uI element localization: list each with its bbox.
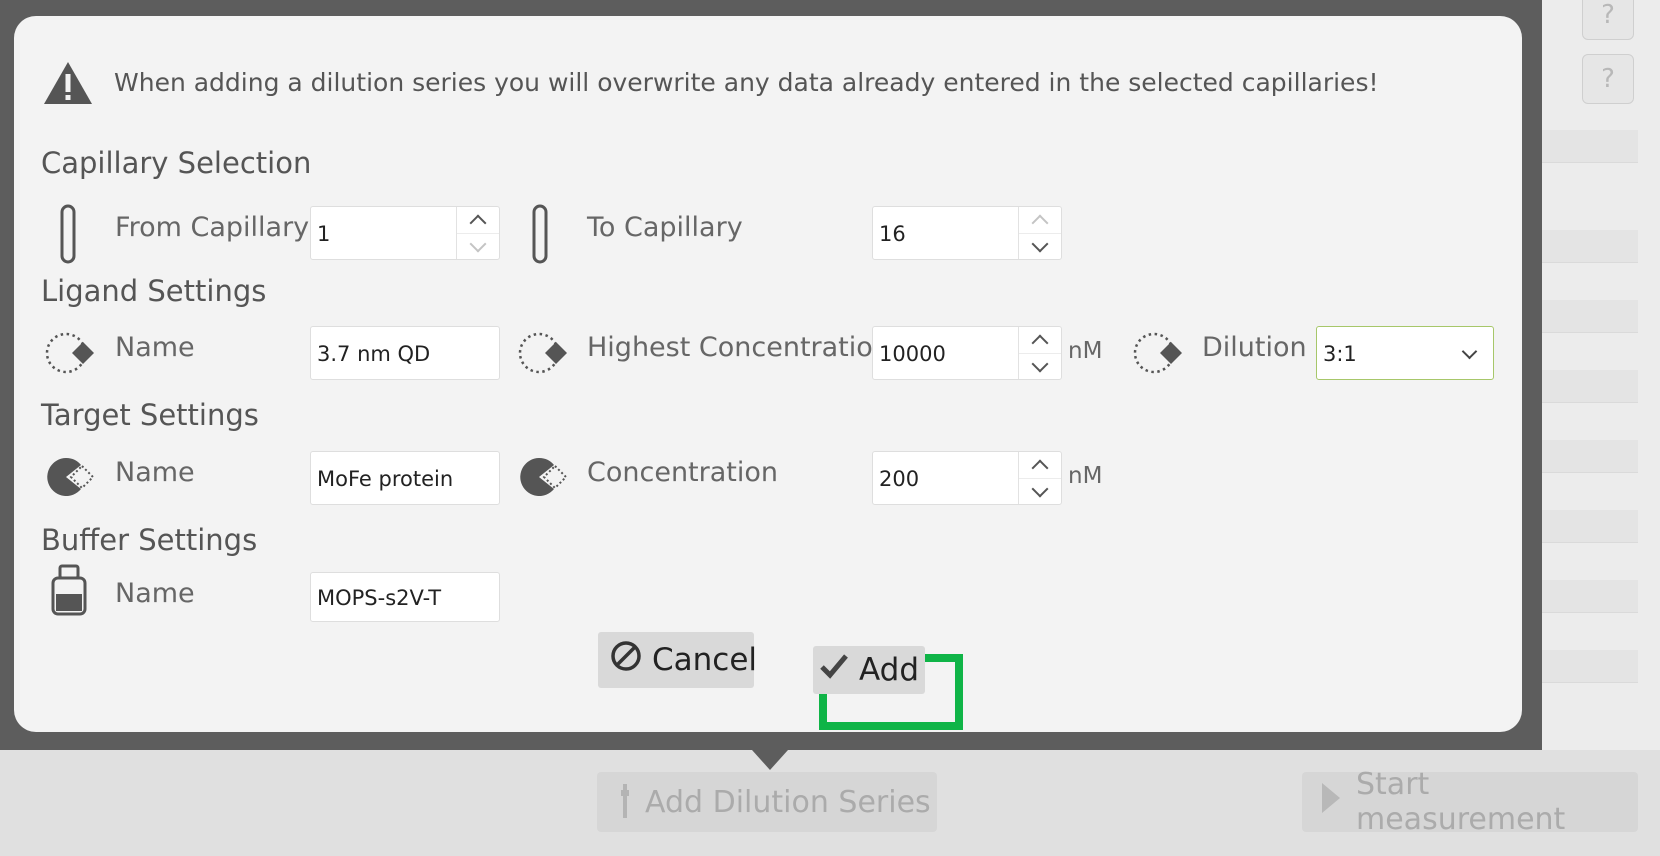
capillary-icon: [531, 204, 549, 268]
dialog-pointer: [752, 750, 788, 770]
warning-icon: [42, 60, 94, 110]
panel-row: [1540, 230, 1638, 263]
target-name-label: Name: [115, 457, 195, 488]
buffer-name-label: Name: [115, 578, 195, 609]
help-button[interactable]: ?: [1582, 0, 1634, 40]
dilution-label: Dilution: [1202, 332, 1307, 363]
panel-row: [1540, 130, 1638, 163]
target-concentration-value: 200: [879, 467, 920, 491]
decrement-button[interactable]: [1019, 233, 1061, 259]
cancel-button[interactable]: Cancel: [598, 632, 758, 688]
target-concentration-label: Concentration: [587, 457, 779, 488]
buffer-settings-heading: Buffer Settings: [41, 523, 258, 557]
target-icon: [42, 452, 98, 506]
ligand-icon: [42, 328, 98, 382]
target-icon: [515, 452, 571, 506]
pipette-icon: [619, 784, 631, 820]
buffer-bottle-icon: [50, 564, 88, 620]
ligand-name-value: 3.7 nm QD: [317, 342, 431, 366]
ligand-name-label: Name: [115, 332, 195, 363]
chevron-up-icon: [1031, 214, 1049, 231]
to-capillary-stepper[interactable]: 16: [872, 206, 1062, 260]
chevron-down-icon: [1031, 235, 1049, 252]
start-measurement-button[interactable]: Start measurement: [1302, 767, 1638, 837]
target-concentration-stepper[interactable]: 200: [872, 451, 1062, 505]
target-name-value: MoFe protein: [317, 467, 454, 491]
start-measurement-label: Start measurement: [1356, 767, 1566, 837]
buffer-name-value: MOPS-s2V-T: [317, 586, 442, 610]
increment-button[interactable]: [457, 207, 499, 234]
checkmark-icon: [819, 652, 849, 688]
increment-button[interactable]: [1019, 452, 1061, 479]
increment-button[interactable]: [1019, 207, 1061, 234]
decrement-button[interactable]: [1019, 478, 1061, 504]
target-name-input[interactable]: MoFe protein: [310, 451, 500, 505]
play-icon: [1322, 783, 1340, 821]
to-capillary-value: 16: [879, 222, 906, 246]
ligand-icon: [1130, 328, 1186, 382]
panel-row: [1540, 440, 1638, 473]
chevron-up-icon: [469, 214, 487, 231]
warning-message: When adding a dilution series you will o…: [114, 68, 1379, 97]
highest-concentration-stepper[interactable]: 10000: [872, 326, 1062, 380]
from-capillary-stepper[interactable]: 1: [310, 206, 500, 260]
capillary-icon: [59, 204, 77, 268]
panel-row: [1540, 580, 1638, 613]
decrement-button[interactable]: [457, 233, 499, 259]
chevron-down-icon: [1031, 480, 1049, 497]
chevron-down-icon: [469, 235, 487, 252]
chevron-down-icon: [1461, 343, 1478, 360]
target-settings-heading: Target Settings: [41, 398, 259, 432]
highest-concentration-unit: nM: [1068, 338, 1103, 364]
add-dilution-series-label: Add Dilution Series: [645, 784, 931, 820]
capillary-selection-heading: Capillary Selection: [41, 146, 312, 180]
chevron-up-icon: [1031, 459, 1049, 476]
panel-row: [1540, 300, 1638, 333]
panel-row: [1540, 510, 1638, 543]
dilution-series-dialog: When adding a dilution series you will o…: [14, 16, 1522, 732]
add-button[interactable]: Add: [813, 646, 925, 694]
stepper-buttons: [1018, 327, 1061, 379]
ligand-settings-heading: Ligand Settings: [41, 274, 267, 308]
dilution-select[interactable]: 3:1: [1316, 326, 1494, 380]
from-capillary-label: From Capillary: [115, 212, 310, 243]
dilution-value: 3:1: [1323, 342, 1357, 366]
stepper-buttons: [1018, 452, 1061, 504]
cancel-icon: [610, 640, 642, 680]
decrement-button[interactable]: [1019, 353, 1061, 379]
panel-row: [1540, 650, 1638, 683]
highest-concentration-value: 10000: [879, 342, 946, 366]
highest-concentration-label: Highest Concentration: [587, 332, 890, 363]
chevron-up-icon: [1031, 334, 1049, 351]
chevron-down-icon: [1031, 355, 1049, 372]
target-concentration-unit: nM: [1068, 463, 1103, 489]
ligand-icon: [515, 328, 571, 382]
panel-row: [1540, 370, 1638, 403]
add-dilution-series-button[interactable]: Add Dilution Series: [597, 772, 937, 832]
increment-button[interactable]: [1019, 327, 1061, 354]
stepper-buttons: [456, 207, 499, 259]
help-button[interactable]: ?: [1582, 54, 1634, 104]
from-capillary-value: 1: [317, 222, 331, 246]
stepper-buttons: [1018, 207, 1061, 259]
add-label: Add: [859, 652, 920, 688]
to-capillary-label: To Capillary: [587, 212, 743, 243]
ligand-name-input[interactable]: 3.7 nm QD: [310, 326, 500, 380]
buffer-name-input[interactable]: MOPS-s2V-T: [310, 572, 500, 622]
cancel-label: Cancel: [652, 642, 758, 678]
